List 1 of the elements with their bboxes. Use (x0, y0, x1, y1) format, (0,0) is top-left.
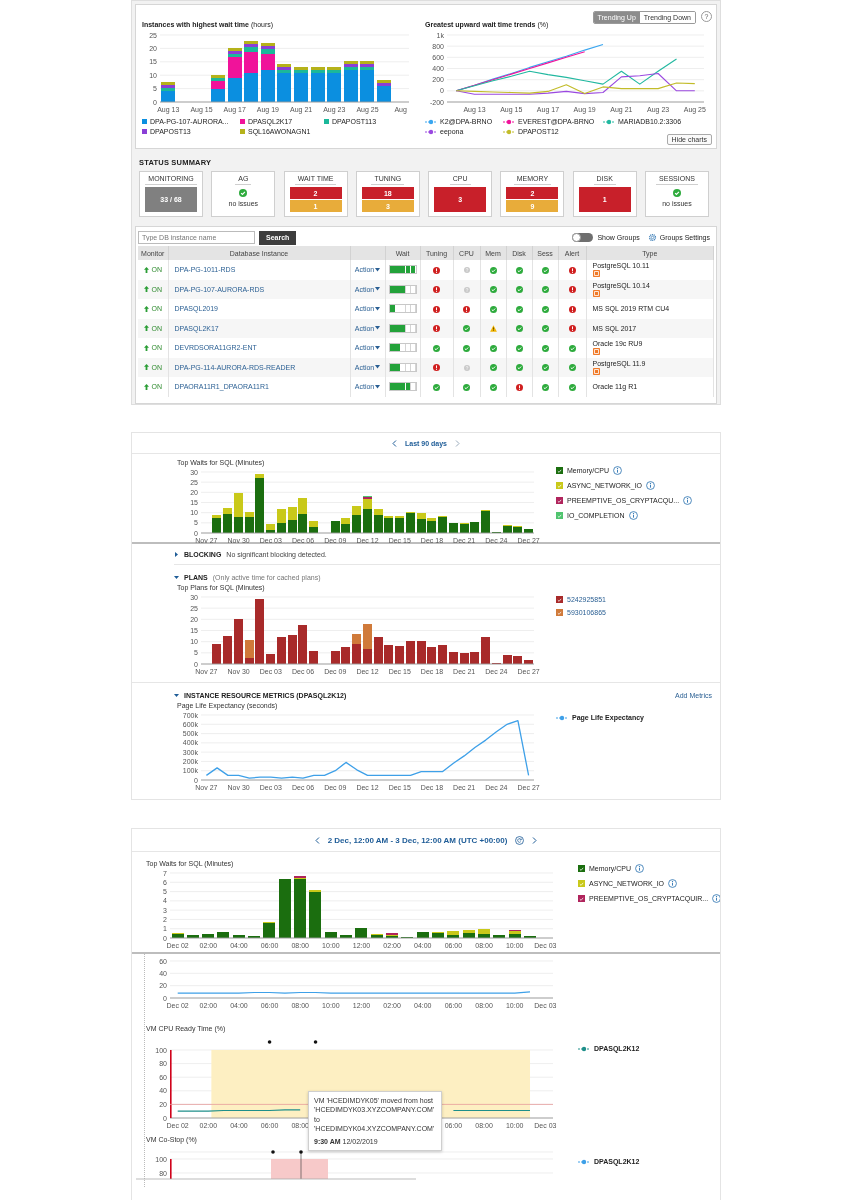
date-range-label: 2 Dec, 12:00 AM - 3 Dec, 12:00 AM (UTC +00:00) (327, 835, 508, 845)
